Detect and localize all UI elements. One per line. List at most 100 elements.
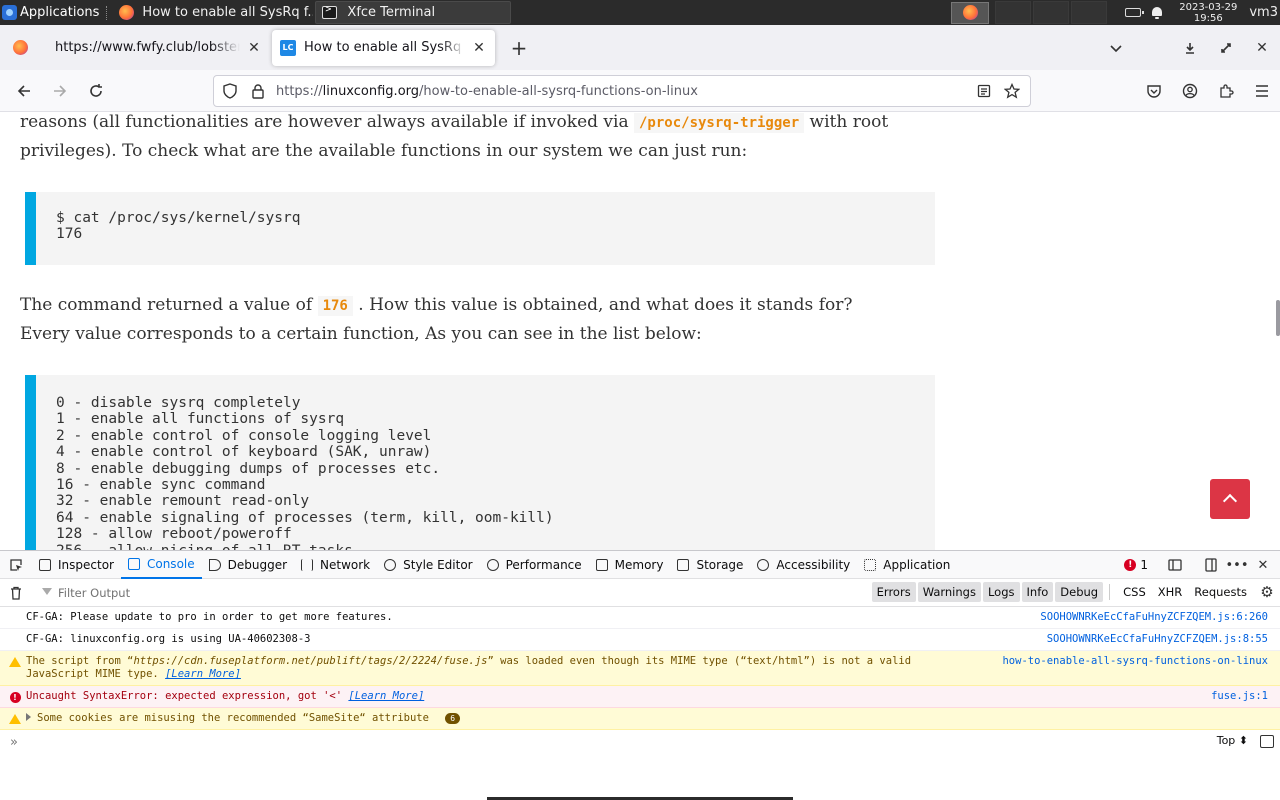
workspace-1[interactable] xyxy=(951,1,990,24)
reload-icon[interactable] xyxy=(78,75,114,107)
responsive-design-icon[interactable] xyxy=(1162,552,1188,578)
filter-css-button[interactable]: CSS xyxy=(1118,582,1151,602)
tracking-protection-shield-icon[interactable] xyxy=(222,83,238,99)
devtools-tab-memory[interactable]: Memory xyxy=(589,551,671,579)
filter-logs-button[interactable]: Logs xyxy=(982,582,1020,602)
element-picker-icon[interactable] xyxy=(0,551,32,579)
devtools-tab-network[interactable]: Network xyxy=(294,551,377,579)
filter-xhr-button[interactable]: XHR xyxy=(1153,582,1188,602)
message-source-link[interactable]: fuse.js:1 xyxy=(1211,690,1268,703)
close-window-icon[interactable]: ✕ xyxy=(1244,32,1280,64)
devtools-tab-performance[interactable]: Performance xyxy=(480,551,589,579)
battery-icon[interactable] xyxy=(1125,8,1145,17)
error-count-badge[interactable]: ! 1 xyxy=(1124,558,1148,572)
console-prompt-chevron-icon: » xyxy=(10,734,18,750)
clock-date: 2023-03-29 xyxy=(1179,1,1238,13)
firefox-icon xyxy=(119,5,135,20)
learn-more-link[interactable]: [Learn More] xyxy=(348,690,424,702)
restore-window-icon[interactable] xyxy=(1208,32,1244,64)
bookmark-star-icon[interactable] xyxy=(998,77,1026,105)
xfce-logo-icon xyxy=(2,5,17,20)
devtools-tab-debugger[interactable]: Debugger xyxy=(202,551,294,579)
forward-arrow-icon[interactable] xyxy=(42,75,78,107)
clock[interactable]: 2023-03-29 19:56 xyxy=(1179,2,1237,24)
downloads-icon[interactable] xyxy=(1172,32,1208,64)
url-text[interactable]: https://linuxconfig.org/how-to-enable-al… xyxy=(276,84,970,99)
taskbar-task-terminal[interactable]: Xfce Terminal xyxy=(315,1,512,24)
workspace-4[interactable] xyxy=(1071,1,1108,24)
console-message: CF-GA: Please update to pro in order to … xyxy=(0,607,1280,629)
url-bar[interactable]: https://linuxconfig.org/how-to-enable-al… xyxy=(213,75,1031,107)
console-warning-group[interactable]: Some cookies are misusing the recommende… xyxy=(0,708,1280,730)
filter-warnings-button[interactable]: Warnings xyxy=(917,582,981,602)
devtools-tab-style-editor[interactable]: Style Editor xyxy=(377,551,479,579)
devtools-tab-application[interactable]: Application xyxy=(857,551,957,579)
context-selector[interactable]: Top ⬍ xyxy=(1217,734,1248,747)
close-tab-icon[interactable]: ✕ xyxy=(471,40,487,56)
console-settings-gear-icon[interactable]: ⚙ xyxy=(1258,583,1276,601)
notification-bell-icon[interactable] xyxy=(1151,6,1163,19)
devtools-panel: Inspector Console Debugger Network Style… xyxy=(0,550,1280,800)
new-tab-button[interactable]: + xyxy=(503,32,535,64)
taskbar-task-firefox[interactable]: How to enable all SysRq f... xyxy=(113,1,313,24)
linuxconfig-favicon-icon: LC xyxy=(280,39,296,56)
console-filter-bar: Filter Output Errors Warnings Logs Info … xyxy=(0,579,1280,607)
filter-output-input[interactable]: Filter Output xyxy=(42,582,642,604)
tab-lobster[interactable]: https://www.fwfy.club/lobster/cra ✕ xyxy=(40,30,270,66)
firefox-icon xyxy=(12,40,28,55)
devtools-toolbar: Inspector Console Debugger Network Style… xyxy=(0,551,1280,579)
message-source-link[interactable]: SOOHOWNRKeEcCfaFuHnyZCFZQEM.js:6:260 xyxy=(1040,611,1268,624)
close-tab-icon[interactable]: ✕ xyxy=(246,40,262,56)
message-source-link[interactable]: how-to-enable-all-sysrq-functions-on-lin… xyxy=(1002,655,1268,668)
inline-code-176: 176 xyxy=(317,296,353,316)
article-paragraph-1: reasons (all functionalities are however… xyxy=(20,112,889,161)
console-icon xyxy=(127,557,140,570)
dock-side-icon[interactable] xyxy=(1198,552,1224,578)
lock-icon[interactable] xyxy=(250,83,266,99)
warning-icon xyxy=(9,656,21,668)
memory-icon xyxy=(595,558,608,571)
filter-errors-button[interactable]: Errors xyxy=(871,582,916,602)
reader-view-icon[interactable] xyxy=(970,77,998,105)
console-input[interactable]: » Top ⬍ xyxy=(0,730,1280,754)
user-name[interactable]: vm3 xyxy=(1249,5,1278,20)
more-options-icon[interactable]: ••• xyxy=(1224,552,1250,578)
firefox-view-button[interactable] xyxy=(0,25,40,70)
back-to-top-button[interactable] xyxy=(1210,479,1250,519)
workspace-3[interactable] xyxy=(1033,1,1070,24)
page-scrollbar[interactable] xyxy=(1276,300,1280,336)
clear-console-trash-icon[interactable] xyxy=(0,579,32,607)
applications-label: Applications xyxy=(20,5,100,20)
editor-mode-icon[interactable] xyxy=(1260,735,1274,748)
tab-title: How to enable all SysRq fun xyxy=(304,40,465,55)
page-content: reasons (all functionalities are however… xyxy=(0,112,1280,550)
hamburger-menu-icon[interactable] xyxy=(1244,75,1280,107)
account-icon[interactable] xyxy=(1172,75,1208,107)
message-source-link[interactable]: SOOHOWNRKeEcCfaFuHnyZCFZQEM.js:8:55 xyxy=(1047,633,1268,646)
filter-requests-button[interactable]: Requests xyxy=(1189,582,1252,602)
error-icon: ! xyxy=(9,691,21,703)
devtools-tab-accessibility[interactable]: Accessibility xyxy=(750,551,857,579)
extensions-puzzle-icon[interactable] xyxy=(1208,75,1244,107)
workspace-2[interactable] xyxy=(995,1,1032,24)
close-devtools-icon[interactable]: ✕ xyxy=(1250,552,1276,578)
devtools-tab-console[interactable]: Console xyxy=(120,551,202,579)
list-all-tabs-chevron-down-icon[interactable] xyxy=(1098,32,1134,64)
applications-menu[interactable]: Applications xyxy=(0,0,103,25)
application-icon xyxy=(864,558,877,571)
taskbar-task-terminal-label: Xfce Terminal xyxy=(347,5,436,20)
warning-icon xyxy=(9,713,21,725)
tab-sysrq[interactable]: LC How to enable all SysRq fun ✕ xyxy=(272,29,495,66)
devtools-tab-storage[interactable]: Storage xyxy=(670,551,750,579)
inspector-icon xyxy=(39,558,51,571)
pocket-icon[interactable] xyxy=(1136,75,1172,107)
back-arrow-icon[interactable] xyxy=(6,75,42,107)
browser-tabstrip: https://www.fwfy.club/lobster/cra ✕ LC H… xyxy=(0,25,1280,70)
learn-more-link[interactable]: [Learn More] xyxy=(165,668,241,680)
expand-triangle-icon[interactable] xyxy=(26,713,31,721)
filter-debug-button[interactable]: Debug xyxy=(1055,582,1104,602)
filter-info-button[interactable]: Info xyxy=(1021,582,1054,602)
console-warning-message: The script from “https://cdn.fuseplatfor… xyxy=(0,651,1280,686)
devtools-tab-inspector[interactable]: Inspector xyxy=(32,551,121,579)
terminal-icon xyxy=(322,4,338,19)
